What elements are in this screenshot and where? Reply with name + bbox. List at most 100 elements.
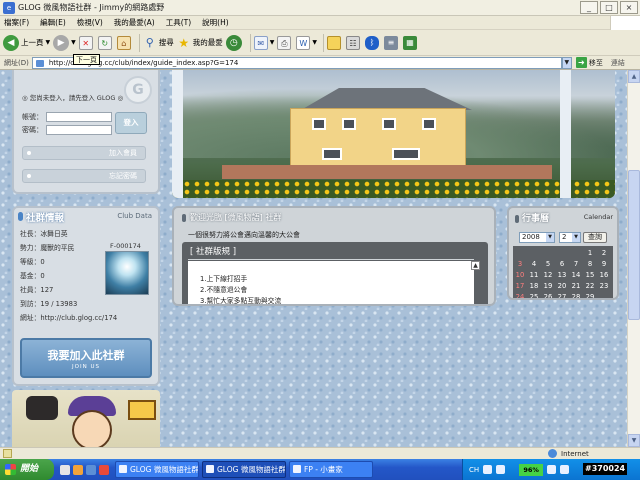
maximize-button[interactable]: □ [600,1,618,14]
calendar-day[interactable]: 20 [555,281,569,292]
calendar-day[interactable]: 21 [569,281,583,292]
start-button[interactable]: 開始 [0,459,54,480]
minimize-button[interactable]: _ [580,1,598,14]
task-ie-1[interactable]: GLOG 微風物語社群... [115,461,199,478]
rules-expand-icon[interactable]: ▲ [471,261,480,270]
calendar-day[interactable]: 17 [513,281,527,292]
search-button[interactable]: ⚲ 搜尋 [143,32,174,54]
scroll-thumb[interactable] [628,170,640,320]
calendar-day[interactable]: 6 [555,259,569,270]
vertical-scrollbar[interactable]: ▲ ▼ [627,70,640,447]
password-input[interactable] [46,125,112,135]
calendar-day[interactable]: 22 [583,281,597,292]
calendar-day-empty [597,292,611,298]
home-button[interactable]: ⌂ [116,32,133,54]
calendar-day[interactable]: 7 [569,259,583,270]
rules-title: [ 社群版規 ] [190,247,237,257]
battery-indicator[interactable]: 96% [519,463,544,476]
firefox-icon[interactable] [73,464,83,475]
calendar-day[interactable]: 2 [597,248,611,259]
go-button[interactable]: ➜ 移至 [575,57,603,68]
calendar-day[interactable]: 11 [527,270,541,281]
join-club-button[interactable]: 我要加入此社群 JOIN US [20,338,152,378]
menu-favorites[interactable]: 我的最愛(A) [114,17,155,28]
cartoon-banner[interactable] [12,390,160,447]
forgot-password-button[interactable]: 忘記密碼 [22,169,146,183]
calendar-day[interactable]: 13 [555,270,569,281]
task-paint[interactable]: FP - 小畫家 [289,461,373,478]
tray-icon[interactable] [496,465,506,474]
calendar-day[interactable]: 3 [513,259,527,270]
calendar-day[interactable]: 1 [583,248,597,259]
calendar-day[interactable]: 29 [583,292,597,298]
calendar-day[interactable]: 26 [541,292,555,298]
bluetooth-button[interactable]: ᛒ [365,32,381,54]
menu-tools[interactable]: 工具(T) [166,17,191,28]
folder-icon [327,35,341,50]
page-viewport: ◎ 您尚未登入，請先登入 GLOG ◎ G 帳號： 密碼： 登入 加入會員 忘記… [0,70,627,447]
forward-arrow-icon: ▶ [53,34,70,51]
calendar-day[interactable]: 28 [569,292,583,298]
task-ie-2[interactable]: GLOG 微風物語社群... [202,461,286,478]
tray-icon[interactable] [547,465,557,474]
messenger-button[interactable]: ≡ [384,32,400,54]
calendar-day[interactable]: 14 [569,270,583,281]
url-dropdown-icon[interactable]: ▼ [561,56,572,69]
menu-help[interactable]: 說明(H) [202,17,229,28]
scroll-up-icon[interactable]: ▲ [628,70,640,83]
calendar-day[interactable]: 10 [513,270,527,281]
tray-icon[interactable] [560,465,570,474]
ie-tool-button[interactable]: ▦ [403,32,419,54]
go-arrow-icon: ➜ [575,57,587,68]
calendar-day[interactable]: 27 [555,292,569,298]
calendar-day[interactable]: 25 [527,292,541,298]
tray-icon[interactable] [483,465,493,474]
password-row: 密碼： [22,125,112,135]
edit-button[interactable]: W ▼ [296,32,317,54]
links-label[interactable]: 連結 [611,58,625,68]
menu-edit[interactable]: 編輯(E) [40,17,66,28]
calendar-day[interactable]: 9 [597,259,611,270]
club-url[interactable]: 網址：http://club.glog.cc/174 [20,312,117,322]
close-button[interactable]: × [620,1,638,14]
forward-button[interactable]: ▶ ▼ [53,32,76,54]
menu-view[interactable]: 檢視(V) [77,17,103,28]
month-select[interactable]: 2 ▼ [559,232,581,243]
scroll-down-icon[interactable]: ▼ [628,434,640,447]
favorites-button[interactable]: ★ 我的最愛 [177,32,222,54]
calendar-day[interactable]: 4 [527,259,541,270]
mail-button[interactable]: ✉ ▼ [253,32,274,54]
year-select[interactable]: 2008 ▼ [519,232,555,243]
calendar-day[interactable]: 19 [541,281,555,292]
ie-quick-icon[interactable] [86,464,96,475]
cartoon-face [72,410,112,447]
refresh-button[interactable]: ↻ [97,32,114,54]
account-input[interactable] [46,112,112,122]
calendar-day[interactable]: 5 [541,259,555,270]
url-field[interactable]: http://club.glog.cc/club/index/guide_ind… [31,56,562,69]
mail-icon: ✉ [253,35,268,50]
account-label: 帳號： [22,113,43,121]
join-member-button[interactable]: 加入會員 [22,146,146,160]
folder-button[interactable] [327,32,343,54]
calendar-day[interactable]: 12 [541,270,555,281]
calendar-day[interactable]: 18 [527,281,541,292]
menu-file[interactable]: 檔案(F) [4,17,29,28]
title-bar: e GLOG 微風物語社群 - Jimmy的網路處野 _ □ × [0,0,640,16]
watermark: #370024 [583,463,628,475]
show-desktop-icon[interactable] [60,464,70,475]
calendar-day[interactable]: 24 [513,292,527,298]
stop-button[interactable]: ✕ [78,32,95,54]
calendar-day[interactable]: 8 [583,259,597,270]
research-button[interactable]: ☷ [346,32,362,54]
language-indicator[interactable]: CH [469,466,479,474]
media-icon[interactable] [99,464,109,475]
calendar-day[interactable]: 15 [583,270,597,281]
back-button[interactable]: ◀ 上一頁 ▼ [3,32,50,54]
calendar-query-button[interactable]: 查詢 [583,232,607,243]
print-button[interactable]: ⎙ [277,32,293,54]
calendar-day[interactable]: 16 [597,270,611,281]
calendar-day[interactable]: 23 [597,281,611,292]
login-button[interactable]: 登入 [115,112,147,134]
history-button[interactable]: ◷ [225,32,244,54]
